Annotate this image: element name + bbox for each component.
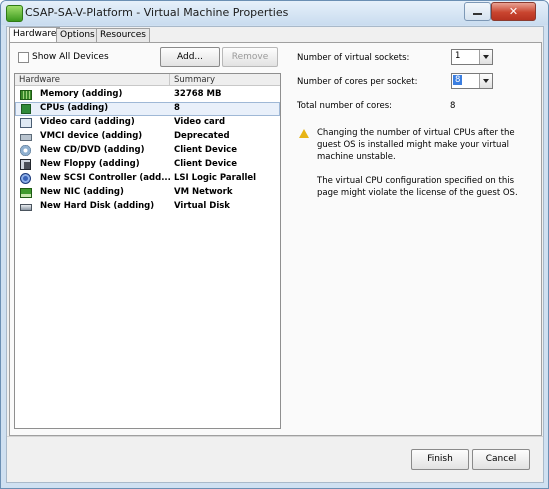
license-warning-text: The virtual CPU configuration specified … [317, 176, 518, 198]
hardware-summary: Video card [174, 117, 226, 127]
chevron-down-icon[interactable] [479, 74, 492, 88]
tab-resources[interactable]: Resources [96, 28, 150, 42]
vm-properties-window: CSAP-SA-V-Platform - Virtual Machine Pro… [0, 0, 549, 489]
show-all-devices-checkbox[interactable] [18, 52, 29, 63]
vm-app-icon [6, 5, 23, 22]
hardware-tab-panel: Show All Devices Add... Remove Hardware … [9, 42, 542, 436]
tab-options[interactable]: Options [56, 28, 99, 42]
hardware-row-scsi-controller[interactable]: New SCSI Controller (add... LSI Logic Pa… [15, 172, 280, 186]
floppy-icon [20, 159, 31, 170]
remove-button[interactable]: Remove [222, 47, 278, 67]
hard-disk-icon [20, 204, 32, 211]
hardware-row-vmci-device[interactable]: VMCI device (adding) Deprecated [15, 130, 280, 144]
add-button[interactable]: Add... [160, 47, 220, 67]
hardware-name: New SCSI Controller (add... [40, 173, 171, 183]
column-header-summary[interactable]: Summary [170, 74, 280, 86]
hardware-row-video-card[interactable]: Video card (adding) Video card [15, 116, 280, 130]
scsi-controller-icon [20, 173, 31, 184]
hardware-summary: LSI Logic Parallel [174, 173, 257, 183]
hardware-summary: VM Network [174, 187, 233, 197]
hardware-row-cpus[interactable]: CPUs (adding) 8 [15, 102, 280, 116]
cores-per-socket-value: 8 [453, 75, 463, 85]
hardware-row-nic[interactable]: New NIC (adding) VM Network [15, 186, 280, 200]
cores-per-socket-label: Number of cores per socket: [297, 77, 418, 87]
hardware-table: Hardware Summary Memory (adding) 32768 M… [14, 73, 281, 429]
hardware-summary: Virtual Disk [174, 201, 230, 211]
virtual-sockets-value: 1 [455, 51, 461, 61]
hardware-name: New Floppy (adding) [40, 159, 140, 169]
total-cores-value: 8 [450, 101, 456, 111]
hardware-row-floppy[interactable]: New Floppy (adding) Client Device [15, 158, 280, 172]
footer-divider [7, 436, 543, 437]
cores-per-socket-select[interactable]: 8 [451, 73, 493, 89]
hardware-row-cd-dvd[interactable]: New CD/DVD (adding) Client Device [15, 144, 280, 158]
dialog-client-area: Hardware Options Resources Show All Devi… [6, 26, 544, 483]
virtual-sockets-select[interactable]: 1 [451, 49, 493, 65]
finish-button[interactable]: Finish [411, 449, 469, 470]
hardware-name: Memory (adding) [40, 89, 123, 99]
title-bar[interactable]: CSAP-SA-V-Platform - Virtual Machine Pro… [1, 1, 548, 25]
hardware-name: Video card (adding) [40, 117, 135, 127]
hardware-summary: Client Device [174, 159, 237, 169]
column-header-hardware[interactable]: Hardware [15, 74, 170, 86]
close-icon[interactable]: ✕ [491, 2, 536, 21]
cancel-button[interactable]: Cancel [472, 449, 530, 470]
minimize-icon[interactable] [464, 2, 491, 21]
hardware-name: New Hard Disk (adding) [40, 201, 155, 211]
show-all-devices-label: Show All Devices [32, 52, 109, 62]
hardware-name: VMCI device (adding) [40, 131, 143, 141]
total-cores-label: Total number of cores: [297, 101, 393, 111]
window-title: CSAP-SA-V-Platform - Virtual Machine Pro… [25, 6, 289, 19]
cd-dvd-icon [20, 145, 31, 156]
hardware-name: New NIC (adding) [40, 187, 124, 197]
hardware-row-hard-disk[interactable]: New Hard Disk (adding) Virtual Disk [15, 200, 280, 214]
video-card-icon [20, 118, 32, 128]
cpu-icon [21, 104, 31, 114]
nic-icon [20, 188, 32, 198]
hardware-row-memory[interactable]: Memory (adding) 32768 MB [15, 88, 280, 102]
hardware-summary: 8 [174, 103, 180, 113]
vmci-device-icon [20, 134, 32, 141]
hardware-summary: Client Device [174, 145, 237, 155]
virtual-sockets-label: Number of virtual sockets: [297, 53, 410, 63]
tab-hardware[interactable]: Hardware [9, 27, 61, 43]
hardware-summary: 32768 MB [174, 89, 222, 99]
memory-icon [20, 90, 32, 100]
cpu-warning-text: Changing the number of virtual CPUs afte… [317, 128, 515, 162]
chevron-down-icon[interactable] [479, 50, 492, 64]
hardware-summary: Deprecated [174, 131, 230, 141]
hardware-name: New CD/DVD (adding) [40, 145, 145, 155]
warning-icon [299, 129, 309, 138]
hardware-name: CPUs (adding) [40, 103, 109, 113]
